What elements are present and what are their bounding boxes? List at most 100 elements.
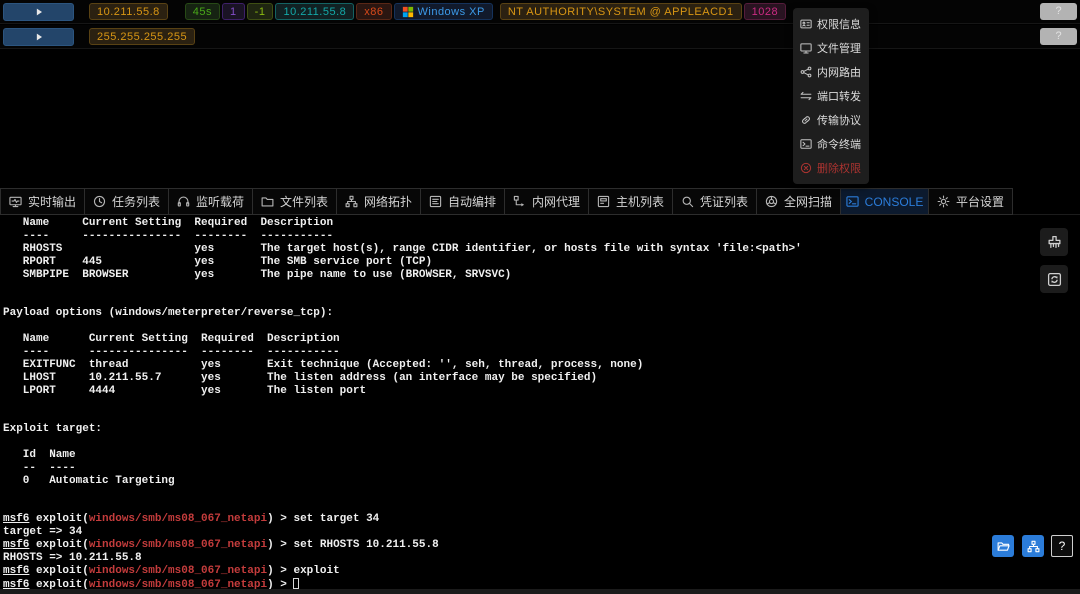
console-line: msf6 exploit(windows/smb/ms08_067_netapi…: [3, 539, 439, 552]
link-icon: [800, 114, 812, 126]
app-window: 10.211.55.8 45s 1 -1 10.211.55.8 x86 Windows X…: [0, 0, 1080, 594]
tab-listener-payload[interactable]: 监听载荷: [168, 188, 253, 215]
desktop-icon: [800, 42, 812, 54]
share-icon: [800, 66, 812, 78]
host-tag[interactable]: 1028: [743, 3, 787, 20]
clear-icon: [1047, 235, 1062, 250]
host-tag-label: x86: [364, 5, 384, 18]
host-tag-label: -1: [254, 5, 266, 18]
menu-item-delete-permission[interactable]: 删除权限: [793, 156, 869, 180]
tab-task-list[interactable]: 任务列表: [84, 188, 169, 215]
host-tag-label: 10.211.55.8: [283, 5, 347, 18]
host-tag[interactable]: NT AUTHORITY\SYSTEM @ APPLEACD1: [499, 3, 742, 20]
console-line: Payload options (windows/meterpreter/rev…: [3, 307, 334, 320]
clock-icon: [93, 195, 106, 208]
autoscroll-button[interactable]: [1040, 265, 1068, 293]
folder-icon: [261, 195, 274, 208]
tab-host-list[interactable]: 主机列表: [588, 188, 673, 215]
tab-auto-orchestrate[interactable]: 自动编排: [420, 188, 505, 215]
help-button[interactable]: ?: [1040, 28, 1077, 45]
tab-network-scan[interactable]: 全网扫描: [756, 188, 841, 215]
tab-label: 网络拓扑: [363, 195, 412, 209]
host-tag[interactable]: Windows XP: [393, 3, 493, 20]
play-icon: [33, 31, 45, 43]
console-line: Id Name: [3, 449, 76, 462]
orchestrate-icon: [429, 195, 442, 208]
tab-file-list[interactable]: 文件列表: [252, 188, 337, 215]
console-line: EXITFUNC thread yes Exit technique (Acce…: [3, 358, 644, 371]
sessions-topology-button[interactable]: [1022, 535, 1044, 557]
scan-icon: [765, 195, 778, 208]
host-tag-label: 255.255.255.255: [97, 30, 188, 43]
menu-item-permission-info[interactable]: 权限信息: [793, 12, 869, 36]
console-line: LHOST 10.211.55.7 yes The listen address…: [3, 371, 598, 384]
host-tag-label: NT AUTHORITY\SYSTEM @ APPLEACD1: [507, 5, 734, 18]
host-tag[interactable]: 10.211.55.8: [89, 3, 168, 20]
topology-icon: [345, 195, 358, 208]
host-tag-label: 10.211.55.8: [97, 5, 160, 18]
tab-platform-settings[interactable]: 平台设置: [928, 188, 1013, 215]
menu-item-label: 传输协议: [817, 115, 861, 127]
tab-credential-list[interactable]: 凭证列表: [672, 188, 757, 215]
host-tag-label: 1028: [751, 5, 779, 18]
tab-network-topology[interactable]: 网络拓扑: [336, 188, 421, 215]
swap-icon: [800, 90, 812, 102]
host-tag[interactable]: -1: [246, 3, 274, 20]
host-tag-label: 45s: [192, 5, 213, 18]
host-tags: 10.211.55.8 45s 1 -1 10.211.55.8 x86 Windows X…: [89, 3, 787, 20]
console-icon: [846, 195, 859, 208]
menu-item-label: 文件管理: [817, 43, 861, 55]
menu-item-file-manager[interactable]: 文件管理: [793, 36, 869, 60]
run-button[interactable]: [3, 2, 74, 21]
headset-icon: [177, 195, 190, 208]
console-line: RHOSTS => 10.211.55.8: [3, 552, 142, 565]
tab-realtime-output[interactable]: 实时输出: [0, 188, 85, 215]
host-tag[interactable]: 10.211.55.8: [275, 3, 355, 20]
console-line: msf6 exploit(windows/smb/ms08_067_netapi…: [3, 513, 380, 526]
console-line: RHOSTS yes The target host(s), range CID…: [3, 242, 802, 255]
console-line: msf6 exploit(windows/smb/ms08_067_netapi…: [3, 565, 340, 578]
console-line: ---- --------------- -------- ----------…: [3, 229, 334, 242]
menu-item-transfer-protocol[interactable]: 传输协议: [793, 108, 869, 132]
host-tag-label: Windows XP: [417, 5, 485, 18]
host-tag[interactable]: 45s: [184, 3, 221, 20]
console-line: LPORT 4444 yes The listen port: [3, 384, 367, 397]
bottom-scrollbar-track[interactable]: [0, 589, 1080, 594]
windows-logo-icon: [402, 6, 414, 18]
tab-intranet-proxy[interactable]: 内网代理: [504, 188, 589, 215]
tab-label: 自动编排: [447, 195, 496, 209]
tab-label: 实时输出: [27, 195, 76, 209]
host-tag[interactable]: x86: [356, 3, 392, 20]
console-help-button[interactable]: ?: [1051, 535, 1073, 557]
play-icon: [33, 6, 45, 18]
tab-label: 全网扫描: [783, 195, 832, 209]
tab-label: 凭证列表: [699, 195, 748, 209]
run-button[interactable]: [3, 27, 74, 46]
id-card-icon: [800, 18, 812, 30]
menu-item-label: 权限信息: [817, 19, 861, 31]
host-tag[interactable]: 255.255.255.255: [89, 28, 196, 45]
tab-bar: 实时输出 任务列表 监听载荷 文件列表 网络拓扑 自动编排 内网代理 主机列表 凭证列表 全网扫描…: [0, 188, 1080, 215]
proxy-icon: [513, 195, 526, 208]
clear-screen-button[interactable]: [1040, 228, 1068, 256]
tab-label: 任务列表: [111, 195, 160, 209]
menu-item-command-terminal[interactable]: 命令终端: [793, 132, 869, 156]
help-button[interactable]: ?: [1040, 3, 1077, 20]
topology-icon: [1027, 540, 1040, 553]
open-folder-button[interactable]: [992, 535, 1014, 557]
console-line: Name Current Setting Required Descriptio…: [3, 333, 340, 346]
host-tag[interactable]: 1: [222, 3, 245, 20]
host-row: 255.255.255.255 ?: [0, 25, 1080, 49]
console-line: ---- --------------- -------- ----------…: [3, 345, 340, 358]
loop-icon: [1047, 272, 1062, 287]
menu-item-label: 删除权限: [817, 163, 861, 175]
menu-item-port-forward[interactable]: 端口转发: [793, 84, 869, 108]
host-tags: 255.255.255.255: [89, 28, 196, 45]
menu-item-intranet-route[interactable]: 内网路由: [793, 60, 869, 84]
tab-console[interactable]: CONSOLE: [840, 188, 929, 215]
